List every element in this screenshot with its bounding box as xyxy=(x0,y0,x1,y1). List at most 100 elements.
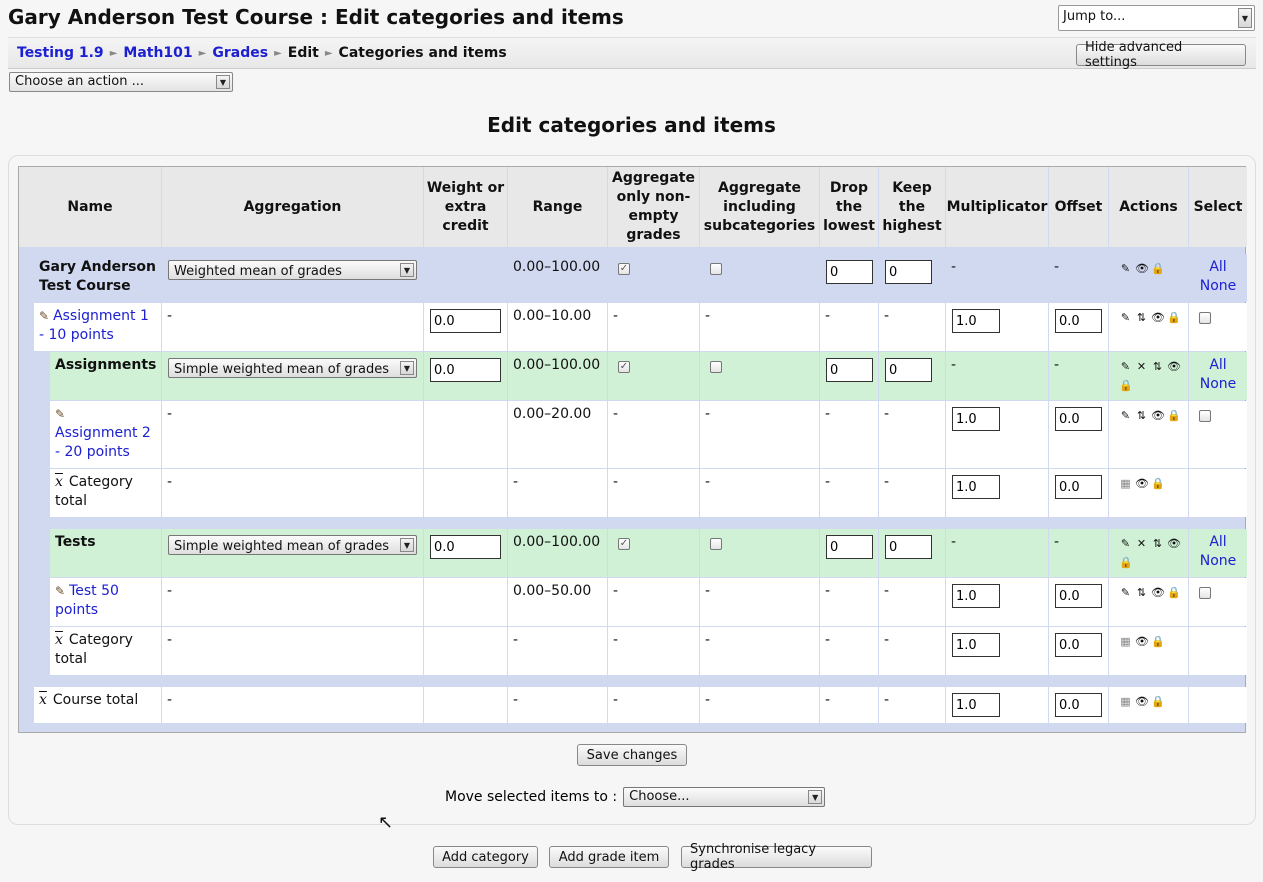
breadcrumb-testing[interactable]: Testing 1.9 xyxy=(17,45,104,61)
course-total-aggregate-sub-cell: - xyxy=(700,687,819,723)
add-grade-item-button[interactable]: Add grade item xyxy=(549,846,669,868)
assignments-drop-lowest-input[interactable] xyxy=(826,358,873,382)
eye-icon[interactable]: 👁 xyxy=(1167,536,1181,552)
assignment1-link[interactable]: Assignment 1 - 10 points xyxy=(39,308,149,343)
cat-total2-multiplicator-cell xyxy=(946,627,1048,675)
move-icon[interactable]: ⇅ xyxy=(1135,310,1148,326)
cat-total2-offset-input[interactable] xyxy=(1055,633,1102,657)
select-all-link[interactable]: All xyxy=(1209,259,1226,275)
cat-total1-offset-input[interactable] xyxy=(1055,475,1102,499)
tests-aggregation-select[interactable]: Simple weighted mean of grades ▼ xyxy=(168,535,417,555)
eye-icon[interactable]: 👁 xyxy=(1135,476,1149,492)
delete-icon[interactable]: ✕ xyxy=(1135,359,1148,375)
test50-multiplicator-input[interactable] xyxy=(952,584,1000,608)
assignment1-multiplicator-input[interactable] xyxy=(952,309,1000,333)
header-offset: Offset xyxy=(1049,167,1108,247)
edit-icon[interactable]: ✎ xyxy=(1119,536,1132,552)
move-icon[interactable]: ⇅ xyxy=(1151,536,1164,552)
edit-icon[interactable]: ✎ xyxy=(1119,585,1132,601)
cat-total1-name-cell: x Category total xyxy=(50,469,161,517)
eye-icon[interactable]: 👁 xyxy=(1135,634,1149,650)
cat-total1-keep-highest-cell: - xyxy=(879,469,945,517)
assignment1-weight-input[interactable] xyxy=(430,309,501,333)
select-none-link[interactable]: None xyxy=(1200,278,1237,294)
course-aggregation-select[interactable]: Weighted mean of grades ▼ xyxy=(168,260,417,280)
course-aggregate-sub-checkbox[interactable] xyxy=(710,263,722,275)
lock-icon[interactable]: 🔒 xyxy=(1167,585,1181,601)
edit-icon[interactable]: ✎ xyxy=(1119,310,1132,326)
assignment2-select-checkbox[interactable] xyxy=(1199,410,1211,422)
add-category-button[interactable]: Add category xyxy=(433,846,538,868)
assignment2-link[interactable]: Assignment 2 - 20 points xyxy=(55,425,151,460)
tests-aggregate-sub-checkbox[interactable] xyxy=(710,538,722,550)
save-changes-button[interactable]: Save changes xyxy=(577,744,687,766)
tests-keep-highest-input[interactable] xyxy=(885,535,932,559)
move-icon[interactable]: ⇅ xyxy=(1151,359,1164,375)
cat-total2-actions: ▦ 👁 🔒 xyxy=(1119,634,1184,650)
eye-icon[interactable]: 👁 xyxy=(1151,585,1165,601)
cat-total1-multiplicator-input[interactable] xyxy=(952,475,1000,499)
course-drop-lowest-input[interactable] xyxy=(826,260,873,284)
move-icon[interactable]: ⇅ xyxy=(1135,408,1148,424)
breadcrumb-math101[interactable]: Math101 xyxy=(123,45,192,61)
assignments-keep-highest-input[interactable] xyxy=(885,358,932,382)
assignment1-offset-input[interactable] xyxy=(1055,309,1102,333)
lock-icon[interactable]: 🔒 xyxy=(1119,378,1133,394)
calculator-icon[interactable]: ▦ xyxy=(1119,476,1132,492)
edit-icon[interactable]: ✎ xyxy=(1119,359,1132,375)
assignment1-select-checkbox[interactable] xyxy=(1199,312,1211,324)
lock-icon[interactable]: 🔒 xyxy=(1151,261,1165,277)
course-total-offset-input[interactable] xyxy=(1055,693,1102,717)
synchronise-legacy-button[interactable]: Synchronise legacy grades xyxy=(681,842,872,872)
assignments-aggregate-sub-checkbox[interactable] xyxy=(710,361,722,373)
select-none-link[interactable]: None xyxy=(1200,553,1237,569)
eye-icon[interactable]: 👁 xyxy=(1151,310,1165,326)
assignment2-multiplicator-input[interactable] xyxy=(952,407,1000,431)
test50-name-cell: ✎ Test 50 points xyxy=(50,578,161,626)
eye-icon[interactable]: 👁 xyxy=(1135,694,1149,710)
lock-icon[interactable]: 🔒 xyxy=(1151,476,1165,492)
hide-advanced-button[interactable]: Hide advanced settings xyxy=(1076,40,1246,70)
select-all-link[interactable]: All xyxy=(1209,534,1226,550)
move-icon[interactable]: ⇅ xyxy=(1135,585,1148,601)
cat-total2-aggregation-cell: - xyxy=(162,627,423,675)
lock-icon[interactable]: 🔒 xyxy=(1167,408,1181,424)
tests-drop-lowest-input[interactable] xyxy=(826,535,873,559)
delete-icon[interactable]: ✕ xyxy=(1135,536,1148,552)
eye-icon[interactable]: 👁 xyxy=(1135,261,1149,277)
assignment1-aggregate-only: - xyxy=(613,308,619,324)
calculator-icon[interactable]: ▦ xyxy=(1119,694,1132,710)
assignments-weight-input[interactable] xyxy=(430,358,501,382)
calculator-icon[interactable]: ▦ xyxy=(1119,634,1132,650)
tests-aggregation-cell: Simple weighted mean of grades ▼ xyxy=(162,529,423,577)
course-aggregate-only-checkbox[interactable]: ✓ xyxy=(618,263,630,275)
tests-weight-input[interactable] xyxy=(430,535,501,559)
jump-to-select[interactable]: Jump to... ▼ xyxy=(1058,5,1255,31)
lock-icon[interactable]: 🔒 xyxy=(1151,634,1165,650)
assignments-aggregation-select[interactable]: Simple weighted mean of grades ▼ xyxy=(168,358,417,378)
move-selected-label: Move selected items to : xyxy=(445,789,618,805)
assignments-aggregate-only-checkbox[interactable]: ✓ xyxy=(618,361,630,373)
select-all-link[interactable]: All xyxy=(1209,357,1226,373)
assignment2-offset-input[interactable] xyxy=(1055,407,1102,431)
edit-icon[interactable]: ✎ xyxy=(1119,408,1132,424)
test50-select-checkbox[interactable] xyxy=(1199,587,1211,599)
course-total-multiplicator-input[interactable] xyxy=(952,693,1000,717)
action-select[interactable]: Choose an action ... ▼ xyxy=(9,72,233,92)
lock-icon[interactable]: 🔒 xyxy=(1119,555,1133,571)
cat-total2-aggregate-only-cell: - xyxy=(608,627,699,675)
breadcrumb-grades[interactable]: Grades xyxy=(212,45,268,61)
select-none-link[interactable]: None xyxy=(1200,376,1237,392)
course-keep-highest-input[interactable] xyxy=(885,260,932,284)
assignment2-keep-highest: - xyxy=(884,406,890,422)
eye-icon[interactable]: 👁 xyxy=(1167,359,1181,375)
edit-icon[interactable]: ✎ xyxy=(1119,261,1132,277)
lock-icon[interactable]: 🔒 xyxy=(1167,310,1181,326)
eye-icon[interactable]: 👁 xyxy=(1151,408,1165,424)
move-target-select[interactable]: Choose... ▼ xyxy=(623,787,826,807)
tests-aggregate-only-checkbox[interactable]: ✓ xyxy=(618,538,630,550)
lock-icon[interactable]: 🔒 xyxy=(1151,694,1165,710)
test50-offset-input[interactable] xyxy=(1055,584,1102,608)
assignments-actions: ✎ ✕ ⇅ 👁 🔒 xyxy=(1119,359,1185,394)
cat-total2-multiplicator-input[interactable] xyxy=(952,633,1000,657)
